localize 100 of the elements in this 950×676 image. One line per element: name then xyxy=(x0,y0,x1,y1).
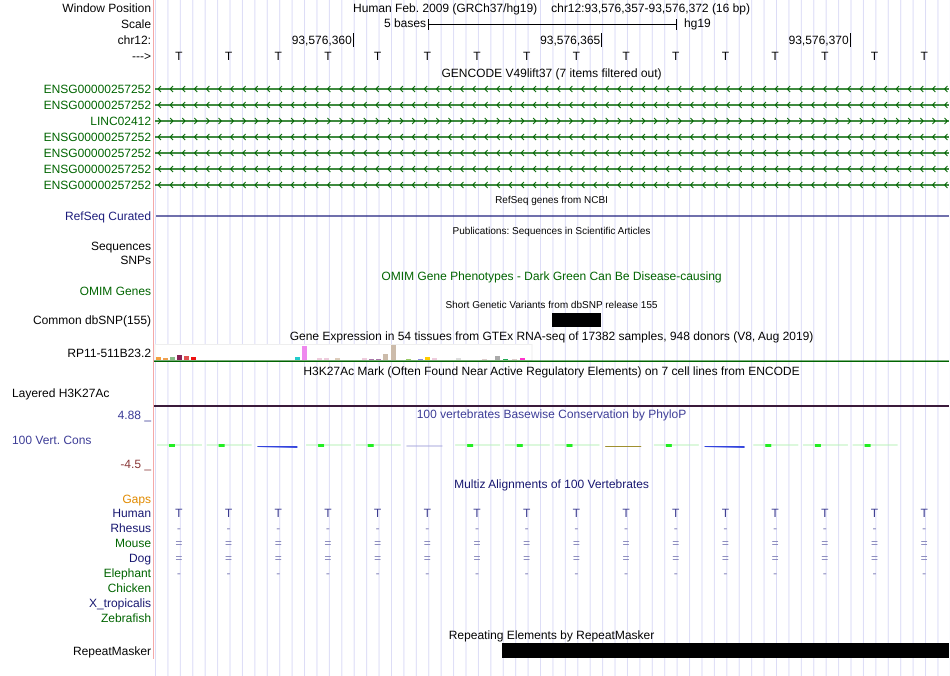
track-label: X_tropicalis xyxy=(88,597,151,610)
position-tick: 93,576,370 xyxy=(788,33,851,47)
alignment-base: = xyxy=(374,551,382,565)
track-label: SNPs xyxy=(120,254,151,266)
track-title: GENCODE V49lift37 (7 items filtered out) xyxy=(441,66,662,80)
track-title: RefSeq genes from NCBI xyxy=(495,194,608,206)
alignment-base: T xyxy=(522,506,530,520)
track-label: Dog xyxy=(128,552,151,565)
assembly-title: Human Feb. 2009 (GRCh37/hg19) xyxy=(353,1,538,15)
alignment-base: - xyxy=(922,566,926,580)
scale-assembly: hg19 xyxy=(684,16,711,30)
alignment-base: - xyxy=(574,566,578,580)
alignment-base: T xyxy=(821,506,828,520)
alignment-base: - xyxy=(276,566,280,580)
alignment-base: = xyxy=(772,551,779,565)
track-label: ENSG00000257252 xyxy=(44,178,151,192)
track-label: ENSG00000257252 xyxy=(44,162,151,176)
base-letter: T xyxy=(870,49,878,63)
alignment-base: - xyxy=(226,521,231,535)
alignment-base: = xyxy=(225,551,232,565)
alignment-base: - xyxy=(425,566,430,580)
alignment-base: T xyxy=(622,506,630,520)
alignment-base: - xyxy=(822,521,827,535)
alignment-base: = xyxy=(274,551,282,565)
position-tick: 93,576,365 xyxy=(540,33,602,47)
base-letter: T xyxy=(821,49,828,63)
track-label: ENSG00000257252 xyxy=(44,82,151,96)
base-letter: T xyxy=(274,49,282,63)
alignment-base: - xyxy=(176,566,181,580)
base-letter: T xyxy=(522,49,530,63)
alignment-base: = xyxy=(523,536,530,550)
alignment-base: - xyxy=(474,521,479,535)
alignment-base: = xyxy=(175,536,182,550)
alignment-base: = xyxy=(772,536,779,550)
base-letter: T xyxy=(771,49,779,63)
alignment-base: - xyxy=(226,566,231,580)
alignment-base: = xyxy=(722,536,729,550)
alignment-base: - xyxy=(674,566,678,580)
alignment-base: = xyxy=(572,536,580,550)
alignment-base: - xyxy=(723,566,728,580)
track-title: Gene Expression in 54 tissues from GTEx RNA-seq of 17382 samples, 948 donors (V8, Aug 2019) xyxy=(290,328,814,342)
track-label: Mouse xyxy=(114,537,151,550)
alignment-base: T xyxy=(424,506,431,520)
alignment-base: - xyxy=(674,521,678,535)
track-label: ENSG00000257252 xyxy=(44,130,151,144)
alignment-base: = xyxy=(870,551,878,565)
track-label: Window Position xyxy=(62,2,151,14)
alignment-base: = xyxy=(920,551,928,565)
alignment-base: = xyxy=(622,536,630,550)
base-letter: T xyxy=(672,49,680,63)
track-title: Repeating Elements by RepeatMasker xyxy=(448,628,654,642)
base-letter: T xyxy=(374,49,382,63)
alignment-base: - xyxy=(723,521,728,535)
alignment-base: - xyxy=(376,566,380,580)
base-letter: T xyxy=(424,49,431,63)
alignment-base: T xyxy=(672,506,680,520)
alignment-base: = xyxy=(473,536,480,550)
alignment-base: T xyxy=(374,506,382,520)
alignment-base: T xyxy=(274,506,282,520)
base-letter: T xyxy=(175,49,183,63)
chromosome-label: chr12: xyxy=(118,34,151,46)
track-label: Scale xyxy=(120,18,151,30)
alignment-base: = xyxy=(672,536,680,550)
axis-max-label: 4.88 _ xyxy=(118,409,151,422)
track-label: Zebrafish xyxy=(100,612,151,625)
track-label: Gaps xyxy=(122,492,151,506)
alignment-base: T xyxy=(175,506,183,520)
track-label: Sequences xyxy=(90,240,151,252)
track-label: RepeatMasker xyxy=(72,644,151,658)
alignment-base: - xyxy=(474,566,479,580)
alignment-base: = xyxy=(324,536,332,550)
alignment-base: = xyxy=(672,551,680,565)
track-label: Human xyxy=(112,507,151,520)
track-title: OMIM Gene Phenotypes - Dark Green Can Be Disease-causing xyxy=(381,268,722,282)
track-label: LINC02412 xyxy=(90,114,151,128)
alignment-base: - xyxy=(574,521,578,535)
track-label: RP11-511B23.2 xyxy=(67,346,151,360)
alignment-base: - xyxy=(524,566,529,580)
track-label: Chicken xyxy=(108,582,151,595)
base-letter: T xyxy=(622,49,630,63)
track-title: H3K27Ac Mark (Often Found Near Active Regulatory Elements) on 7 cell lines from ENCODE xyxy=(303,364,800,378)
alignment-base: T xyxy=(324,506,332,520)
strand-label: ---> xyxy=(132,50,151,62)
track-title: 100 vertebrates Basewise Conservation by PhyloP xyxy=(416,407,686,421)
alignment-base: - xyxy=(624,566,628,580)
alignment-base: = xyxy=(523,551,530,565)
alignment-base: = xyxy=(274,536,282,550)
alignment-base: T xyxy=(722,506,730,520)
track-label: Elephant xyxy=(104,567,151,580)
base-letter: T xyxy=(473,49,481,63)
alignment-base: = xyxy=(175,551,182,565)
alignment-base: - xyxy=(872,521,876,535)
alignment-base: = xyxy=(821,536,828,550)
axis-min-label: -4.5 _ xyxy=(120,458,151,471)
alignment-base: = xyxy=(374,536,382,550)
alignment-base: - xyxy=(773,521,778,535)
alignment-base: T xyxy=(473,506,481,520)
alignment-base: - xyxy=(624,521,628,535)
alignment-base: T xyxy=(920,506,928,520)
track-title: Publications: Sequences in Scientific Articles xyxy=(452,226,650,238)
